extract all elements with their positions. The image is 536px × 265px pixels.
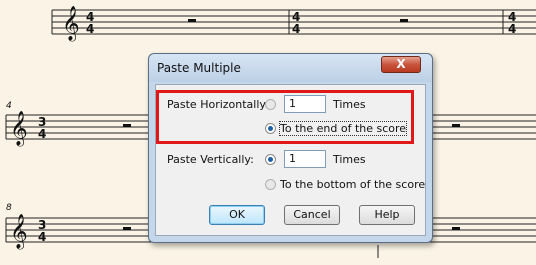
time-sig-bottom-1: 4 [86, 22, 94, 36]
treble-clef-icon: 𝄞 [10, 214, 28, 250]
whole-rest [123, 124, 131, 127]
ok-button[interactable]: OK [209, 205, 265, 225]
to-bottom-of-score-label[interactable]: To the bottom of the score [280, 178, 425, 191]
vertical-times-label: Times [333, 153, 366, 166]
whole-rest [188, 19, 196, 22]
time-sig-bottom-2: 4 [38, 127, 46, 141]
treble-clef-icon: 𝄞 [10, 111, 28, 147]
whole-rest [452, 124, 460, 127]
treble-clef-icon: 𝄞 [62, 6, 80, 42]
whole-rest [452, 227, 460, 230]
whole-rest [123, 227, 131, 230]
whole-rest [400, 19, 408, 22]
cancel-button[interactable]: Cancel [284, 205, 340, 225]
time-sig-bottom-1b: 4 [292, 22, 300, 36]
dialog-title: Paste Multiple [157, 61, 241, 75]
help-button[interactable]: Help [359, 205, 415, 225]
paste-vertically-times-radio[interactable] [265, 154, 276, 165]
dialog-titlebar[interactable]: Paste Multiple X [149, 54, 432, 82]
highlight-annotation-box [156, 90, 414, 144]
measure-number: 8 [6, 203, 12, 213]
measure-number: 4 [6, 101, 12, 111]
paste-multiple-dialog: Paste Multiple X Paste Horizontally: 1 T… [148, 53, 433, 243]
close-button[interactable]: X [381, 56, 421, 73]
paste-vertically-count-input[interactable]: 1 [284, 150, 326, 168]
time-sig-bottom-1c: 4 [508, 22, 516, 36]
paste-vertically-label: Paste Vertically: [167, 153, 254, 166]
to-bottom-of-score-radio[interactable] [265, 179, 276, 190]
time-sig-bottom-3: 4 [38, 230, 46, 244]
close-icon: X [396, 57, 406, 71]
